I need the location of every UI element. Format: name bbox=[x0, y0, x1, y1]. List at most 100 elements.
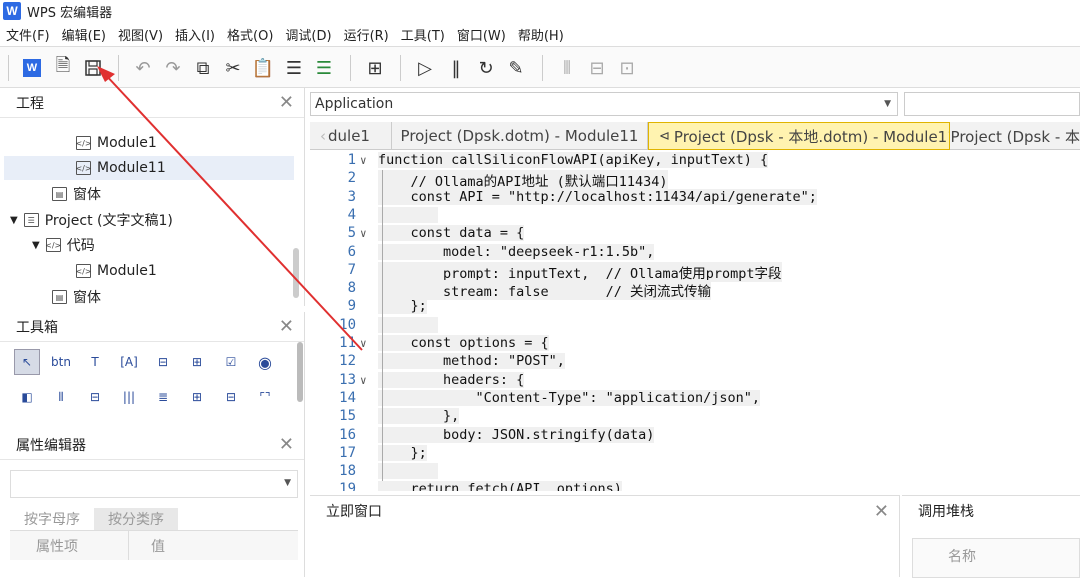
tab-dpsk-module11[interactable]: Project (Dpsk.dotm) - Module11 bbox=[392, 122, 648, 150]
code-line: }; bbox=[378, 298, 427, 315]
toolbox-panel: 工具箱 ✕ ↖ btn T [A] ⊟ ⊞ ☑ ◉ ◧ ⫴ ⊟ ||| ≣ ⊞ … bbox=[0, 312, 305, 430]
spin-tool-icon[interactable]: ⫴ bbox=[48, 384, 74, 410]
immediate-title: 立即窗口 bbox=[326, 504, 382, 520]
close-icon[interactable]: ✕ bbox=[874, 501, 889, 522]
tab-dpsk-other[interactable]: Project (Dpsk - 本 bbox=[950, 122, 1080, 150]
properties-title: 属性编辑器 bbox=[16, 437, 86, 454]
menu-insert[interactable]: 插入(I) bbox=[169, 25, 221, 44]
close-icon[interactable]: ✕ bbox=[279, 434, 294, 455]
tree-item-project[interactable]: ▼ ☰ Project (文字文稿1) bbox=[10, 208, 173, 232]
tree-item-form[interactable]: ▤ 窗体 bbox=[52, 285, 101, 309]
tree-item-form[interactable]: ▤ 窗体 bbox=[52, 182, 101, 206]
column-name: 名称 bbox=[948, 549, 976, 565]
menu-help[interactable]: 帮助(H) bbox=[512, 25, 570, 44]
line-number: 14 bbox=[339, 389, 356, 406]
code-editor[interactable]: 1 ∨ function callSiliconFlowAPI(apiKey, in… bbox=[310, 150, 1080, 491]
close-icon[interactable]: ✕ bbox=[279, 92, 294, 113]
menu-tools[interactable]: 工具(T) bbox=[395, 25, 451, 44]
find-icon[interactable]: ☰ bbox=[281, 55, 307, 81]
line-number: 18 bbox=[339, 463, 356, 480]
scrollbar[interactable] bbox=[293, 248, 299, 298]
debug-icon[interactable]: ⊞ bbox=[362, 55, 388, 81]
menu-debug[interactable]: 调试(D) bbox=[279, 25, 337, 44]
togglebutton-tool-icon[interactable]: ⊟ bbox=[218, 384, 244, 410]
align-v-icon[interactable]: ⊟ bbox=[584, 55, 610, 81]
tree-item-module11[interactable]: </> Module11 bbox=[4, 156, 294, 180]
line-number: 8 bbox=[347, 280, 356, 297]
wps-logo-icon: W bbox=[3, 2, 21, 20]
menu-edit[interactable]: 编辑(E) bbox=[56, 25, 112, 44]
project-panel: 工程 ✕ </> Module1 </> Module11 ▤ 窗体 ▼ ☰ Projec… bbox=[0, 88, 305, 306]
fold-icon[interactable]: ∨ bbox=[360, 374, 372, 387]
radio-tool-icon[interactable]: ◉ bbox=[252, 349, 278, 375]
cut-icon[interactable]: ✂ bbox=[220, 55, 246, 81]
expand-icon[interactable]: ▼ bbox=[32, 240, 40, 251]
expand-icon[interactable]: ▼ bbox=[10, 215, 18, 226]
menu-format[interactable]: 格式(O) bbox=[221, 25, 279, 44]
code-line: prompt: inputText, // Ollama使用prompt字段 bbox=[378, 261, 782, 282]
fold-icon[interactable]: ∨ bbox=[360, 337, 372, 350]
fold-icon[interactable]: ∨ bbox=[360, 154, 372, 167]
object-combo[interactable]: Application ▼ bbox=[310, 92, 898, 116]
reset-icon[interactable]: ↻ bbox=[473, 55, 499, 81]
menu-bar: 文件(F) 编辑(E) 视图(V) 插入(I) 格式(O) 调试(D) 运行(R… bbox=[0, 22, 1080, 46]
menu-file[interactable]: 文件(F) bbox=[0, 25, 56, 44]
module-icon: </> bbox=[75, 136, 92, 150]
image-tool-icon[interactable]: ◧ bbox=[14, 384, 40, 410]
line-number: 5 bbox=[347, 225, 356, 242]
textbox-tool-icon[interactable]: [A] bbox=[116, 349, 142, 375]
pointer-tool-icon[interactable]: ↖ bbox=[14, 349, 40, 375]
line-number: 15 bbox=[339, 408, 356, 425]
tree-item-code[interactable]: ▼ </> 代码 bbox=[32, 233, 95, 257]
label-tool-icon[interactable]: T bbox=[82, 349, 108, 375]
new-module-icon[interactable]: 🗎 bbox=[50, 55, 76, 81]
tab-dpsk-local-module11[interactable]: ⊲Project (Dpsk - 本地.dotm) - Module11✕ bbox=[648, 122, 950, 150]
app-title: WPS 宏编辑器 bbox=[27, 5, 113, 21]
listbox-tool-icon[interactable]: ⊞ bbox=[184, 384, 210, 410]
tree-item-module1[interactable]: </> Module1 bbox=[75, 259, 156, 283]
form-icon: ▤ bbox=[52, 187, 67, 201]
procedure-combo[interactable] bbox=[904, 92, 1080, 116]
code-line: "Content-Type": "application/json", bbox=[378, 389, 761, 406]
indent-guide bbox=[382, 170, 383, 482]
pause-icon[interactable]: ‖ bbox=[443, 55, 469, 81]
object-select[interactable]: ▼ bbox=[10, 470, 298, 498]
button-tool-icon[interactable]: btn bbox=[48, 349, 74, 375]
refedit-tool-icon[interactable]: ⌜⌝ bbox=[252, 384, 278, 410]
save-icon[interactable] bbox=[80, 55, 106, 81]
close-icon[interactable]: ✕ bbox=[279, 316, 294, 337]
code-line: stream: false // 关闭流式传输 bbox=[378, 280, 711, 301]
checkbox-tool-icon[interactable]: ☑ bbox=[218, 349, 244, 375]
tree-item-module1[interactable]: </> Module1 bbox=[75, 131, 156, 155]
multipage-tool-icon[interactable]: ≣ bbox=[150, 384, 176, 410]
replace-icon[interactable]: ☰ bbox=[311, 55, 337, 81]
line-number: 4 bbox=[347, 206, 356, 223]
frame-tool-icon[interactable]: ⊟ bbox=[150, 349, 176, 375]
pin-icon: ⊲ bbox=[659, 128, 670, 144]
combobox-tool-icon[interactable]: ⊞ bbox=[184, 349, 210, 375]
paste-icon[interactable]: 📋 bbox=[250, 55, 276, 81]
tab-alphabetic[interactable]: 按字母序 bbox=[10, 508, 94, 530]
menu-window[interactable]: 窗口(W) bbox=[451, 25, 512, 44]
tab-categorized[interactable]: 按分类序 bbox=[94, 508, 178, 530]
line-number: 1 bbox=[347, 152, 356, 168]
run-icon[interactable]: ▷ bbox=[412, 55, 438, 81]
redo-icon[interactable]: ↷ bbox=[160, 55, 186, 81]
chevron-left-icon[interactable]: ‹ bbox=[320, 127, 326, 145]
distribute-icon[interactable]: ⊡ bbox=[614, 55, 640, 81]
menu-run[interactable]: 运行(R) bbox=[338, 25, 395, 44]
align-h-icon[interactable]: ⫴ bbox=[554, 55, 580, 81]
scroll-tool-icon[interactable]: ⊟ bbox=[82, 384, 108, 410]
undo-icon[interactable]: ↶ bbox=[130, 55, 156, 81]
line-number: 7 bbox=[347, 261, 356, 278]
menu-view[interactable]: 视图(V) bbox=[112, 25, 169, 44]
fold-icon[interactable]: ∨ bbox=[360, 227, 372, 240]
scrollbar[interactable] bbox=[297, 342, 303, 402]
copy-icon[interactable]: ⧉ bbox=[190, 55, 216, 81]
toolbox-title: 工具箱 bbox=[16, 319, 58, 336]
wps-icon[interactable]: W bbox=[19, 55, 45, 81]
tabstrip-tool-icon[interactable]: ||| bbox=[116, 384, 142, 410]
design-icon[interactable]: ✎ bbox=[503, 55, 529, 81]
immediate-window[interactable]: 立即窗口 ✕ bbox=[310, 495, 900, 577]
tab-module1[interactable]: ‹ dule1 bbox=[310, 122, 392, 150]
